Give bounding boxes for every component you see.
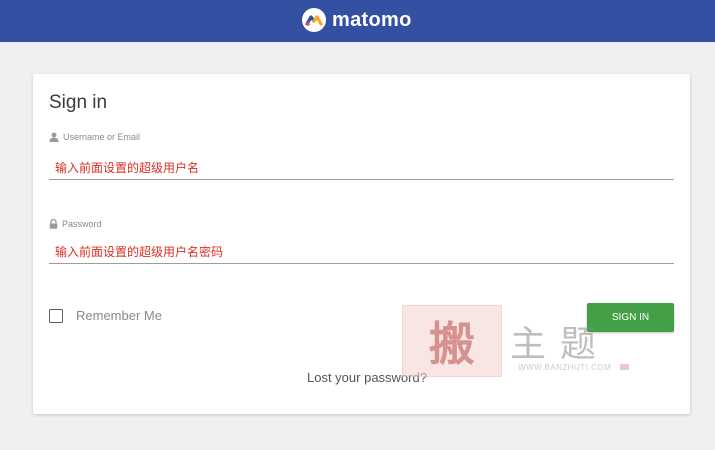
watermark-mark [620, 364, 629, 370]
watermark: 搬 主题 WWW.BANZHUTI.COM [402, 305, 630, 377]
matomo-brand[interactable]: matomo [302, 6, 412, 34]
page-title: Sign in [49, 92, 108, 113]
watermark-stamp-char: 搬 [429, 317, 475, 371]
remember-me-label[interactable]: Remember Me [76, 308, 162, 323]
password-label-text: Password [62, 219, 102, 229]
remember-me[interactable]: Remember Me [49, 308, 162, 323]
watermark-url: WWW.BANZHUTI.COM [518, 363, 612, 372]
username-input[interactable] [49, 156, 674, 180]
password-label: Password [49, 219, 102, 229]
remember-me-checkbox[interactable] [49, 308, 63, 323]
watermark-title: 主题 [510, 324, 611, 365]
lock-icon [49, 219, 58, 229]
matomo-logo-icon [302, 8, 326, 32]
password-input[interactable] [49, 240, 674, 264]
username-label: Username or Email [49, 132, 140, 142]
top-header-bar: matomo [0, 0, 715, 42]
watermark-stamp: 搬 [402, 305, 502, 377]
user-icon [49, 132, 59, 142]
username-label-text: Username or Email [63, 132, 141, 142]
brand-name: matomo [332, 8, 412, 31]
